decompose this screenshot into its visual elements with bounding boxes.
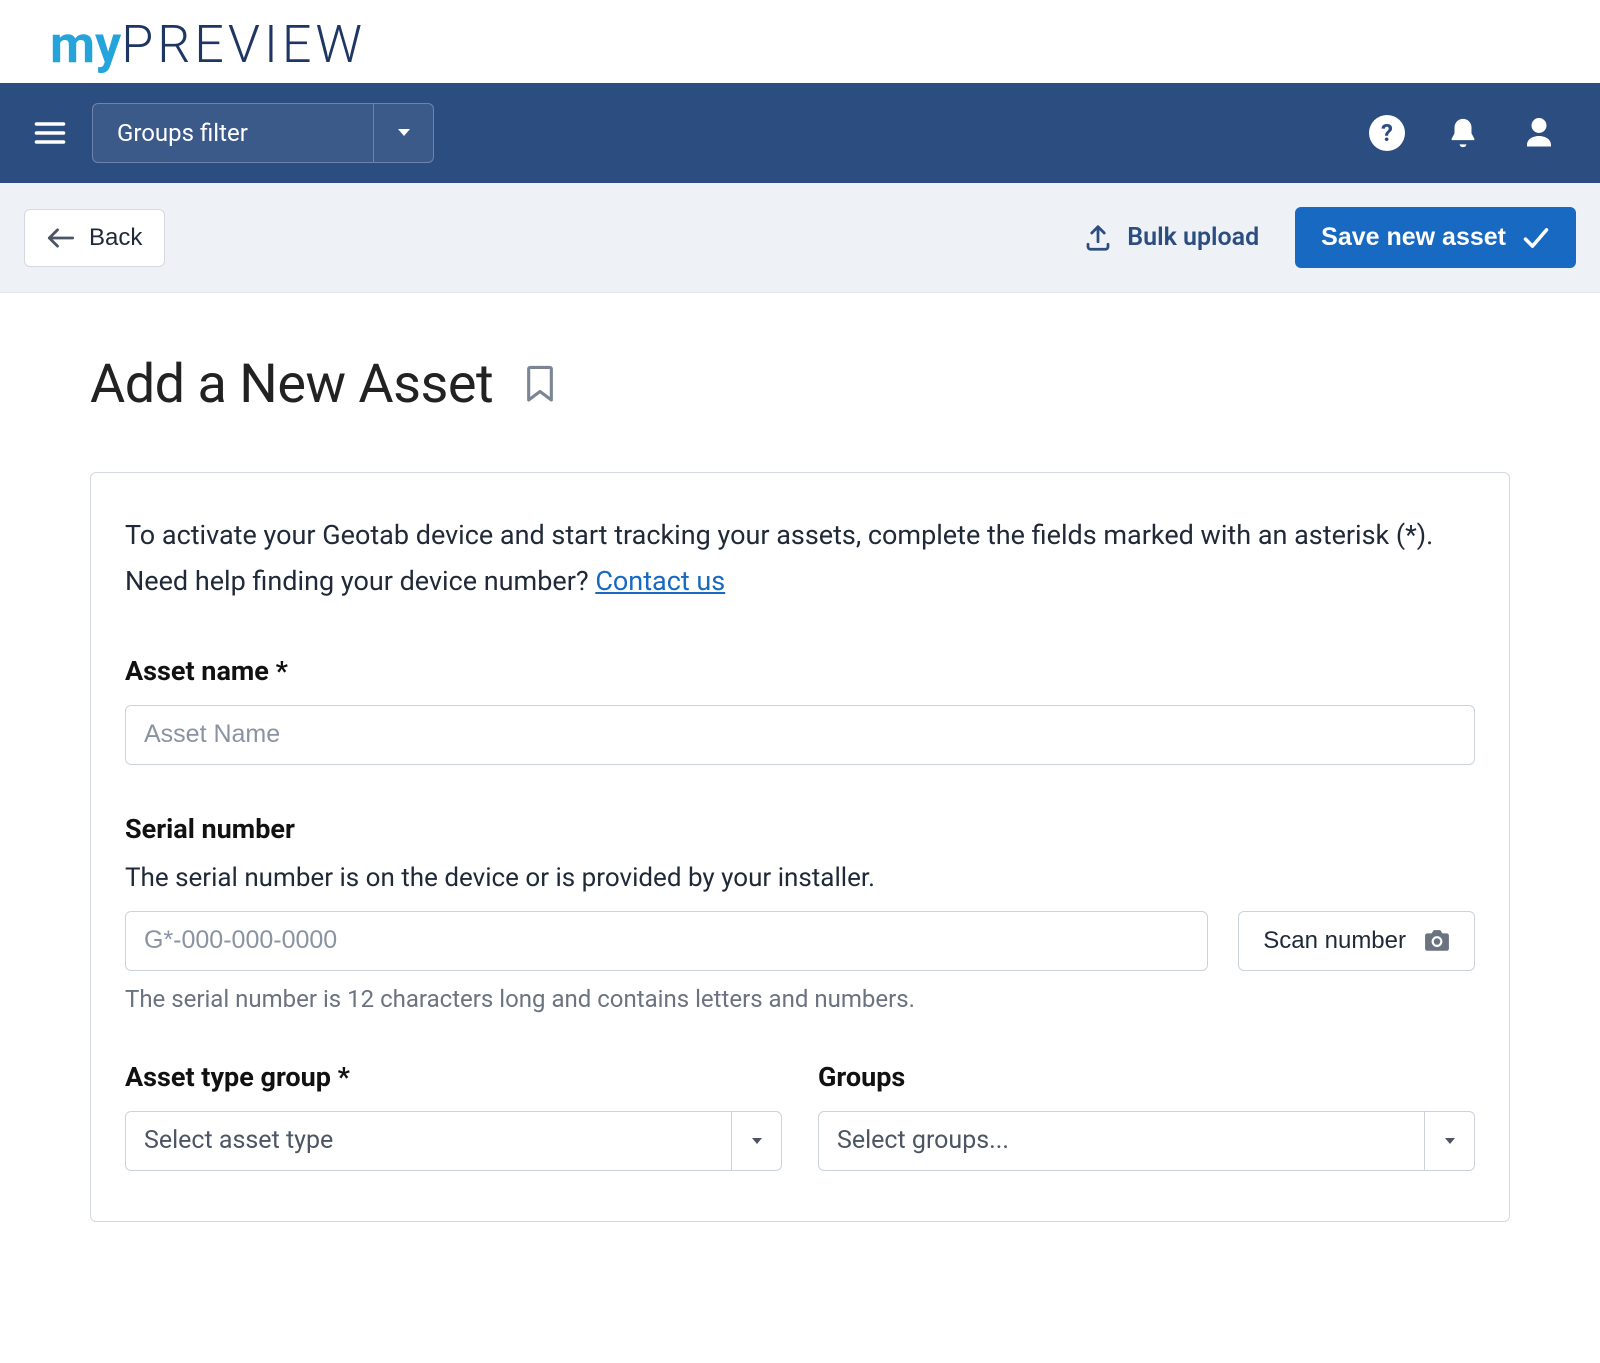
save-new-asset-button[interactable]: Save new asset xyxy=(1295,207,1576,268)
form-card: To activate your Geotab device and start… xyxy=(90,472,1510,1222)
arrow-left-icon xyxy=(47,227,75,249)
groups-select[interactable]: Select groups... xyxy=(818,1111,1475,1171)
groups-filter-dropdown[interactable]: Groups filter xyxy=(92,103,434,163)
menu-button[interactable] xyxy=(30,113,70,153)
intro-text-body: To activate your Geotab device and start… xyxy=(125,519,1433,597)
camera-icon xyxy=(1424,930,1450,952)
caret-down-icon xyxy=(751,1137,763,1145)
scan-number-button[interactable]: Scan number xyxy=(1238,911,1475,971)
notifications-button[interactable] xyxy=(1444,114,1482,152)
asset-name-label: Asset name * xyxy=(125,655,1475,687)
bookmark-button[interactable] xyxy=(523,363,557,407)
top-nav: Groups filter ? xyxy=(0,83,1600,183)
asset-type-placeholder: Select asset type xyxy=(126,1112,731,1170)
action-bar-right: Bulk upload Save new asset xyxy=(1083,207,1576,268)
field-asset-type: Asset type group * Select asset type xyxy=(125,1061,782,1171)
main-content: Add a New Asset To activate your Geotab … xyxy=(0,293,1600,1262)
bookmark-icon xyxy=(523,363,557,403)
logo: myPREVIEW xyxy=(50,14,1550,75)
page-title: Add a New Asset xyxy=(90,353,493,416)
groups-label: Groups xyxy=(818,1061,1475,1093)
brand-header: myPREVIEW xyxy=(0,0,1600,83)
caret-down-icon xyxy=(397,128,411,138)
asset-name-input[interactable] xyxy=(125,705,1475,765)
bell-icon xyxy=(1446,116,1480,150)
caret-down-icon xyxy=(1444,1137,1456,1145)
user-menu-button[interactable] xyxy=(1520,114,1558,152)
check-icon xyxy=(1522,227,1550,249)
logo-part-my: my xyxy=(50,14,121,75)
help-button[interactable]: ? xyxy=(1368,114,1406,152)
asset-type-select[interactable]: Select asset type xyxy=(125,1111,782,1171)
contact-us-link[interactable]: Contact us xyxy=(595,565,725,597)
top-nav-left: Groups filter xyxy=(30,103,434,163)
serial-number-input[interactable] xyxy=(125,911,1208,971)
groups-placeholder: Select groups... xyxy=(819,1112,1424,1170)
serial-number-hint: The serial number is 12 characters long … xyxy=(125,985,1475,1013)
top-nav-right: ? xyxy=(1368,114,1570,152)
asset-type-caret xyxy=(731,1112,781,1170)
save-button-label: Save new asset xyxy=(1321,223,1506,252)
two-column-row: Asset type group * Select asset type Gro… xyxy=(125,1061,1475,1171)
back-button[interactable]: Back xyxy=(24,209,165,267)
asset-type-label: Asset type group * xyxy=(125,1061,782,1093)
scan-number-label: Scan number xyxy=(1263,927,1406,955)
upload-icon xyxy=(1083,223,1113,253)
serial-number-row: Scan number xyxy=(125,911,1475,971)
back-button-label: Back xyxy=(89,224,142,252)
intro-text: To activate your Geotab device and start… xyxy=(125,513,1475,605)
bulk-upload-button[interactable]: Bulk upload xyxy=(1083,223,1259,253)
user-icon xyxy=(1521,115,1557,151)
field-asset-name: Asset name * xyxy=(125,655,1475,765)
field-groups: Groups Select groups... xyxy=(818,1061,1475,1171)
action-bar: Back Bulk upload Save new asset xyxy=(0,183,1600,293)
groups-caret xyxy=(1424,1112,1474,1170)
logo-part-preview: PREVIEW xyxy=(121,14,366,75)
groups-filter-caret xyxy=(373,104,433,162)
bulk-upload-label: Bulk upload xyxy=(1127,223,1259,252)
page-title-row: Add a New Asset xyxy=(90,353,1510,416)
hamburger-icon xyxy=(32,115,68,151)
serial-number-help: The serial number is on the device or is… xyxy=(125,863,1475,893)
groups-filter-label: Groups filter xyxy=(93,104,373,162)
field-serial-number: Serial number The serial number is on th… xyxy=(125,813,1475,1013)
serial-number-label: Serial number xyxy=(125,813,1475,845)
help-icon: ? xyxy=(1369,115,1405,151)
